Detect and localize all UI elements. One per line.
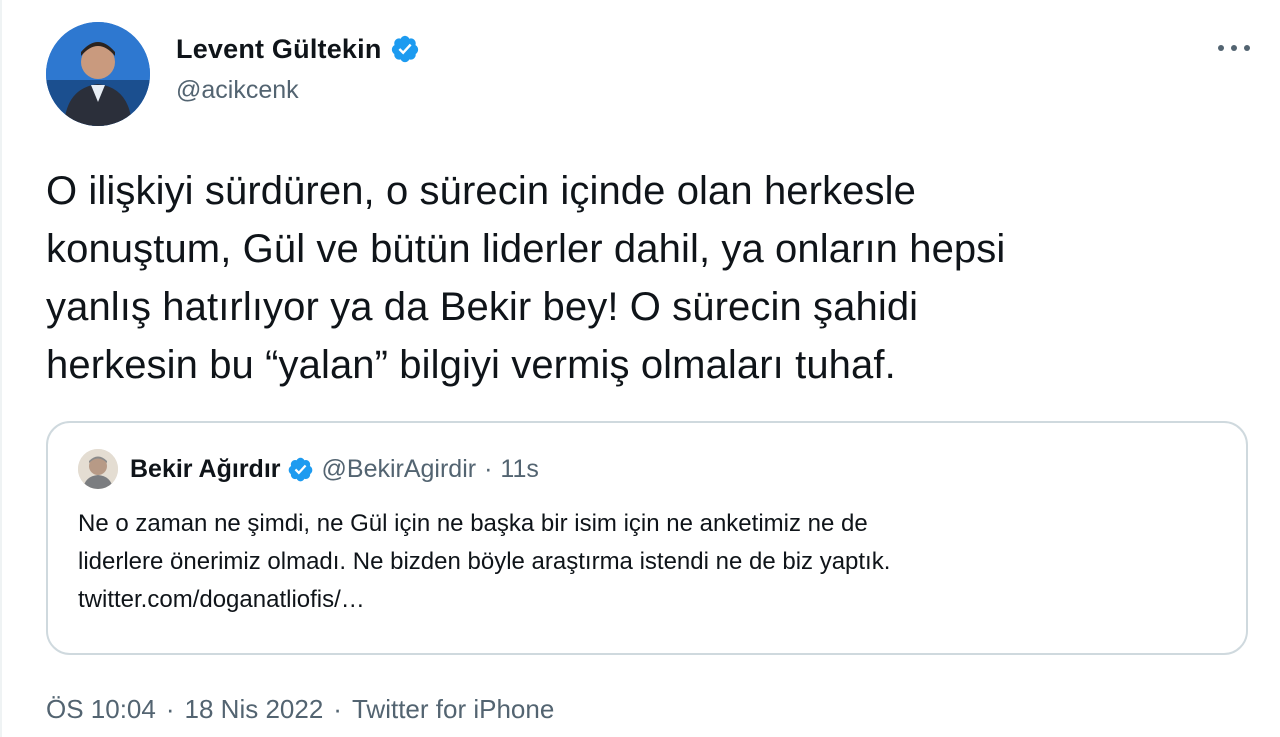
- tweet-source[interactable]: Twitter for iPhone: [352, 694, 554, 725]
- quoted-text-line: Ne o zaman ne şimdi, ne Gül için ne başk…: [78, 510, 868, 537]
- quoted-display-name: Bekir Ağırdır: [130, 454, 281, 483]
- tweet-date[interactable]: 18 Nis 2022: [185, 694, 324, 725]
- quoted-time: 11s: [500, 454, 539, 483]
- separator-dot: ·: [333, 694, 342, 724]
- separator-dot: ·: [484, 454, 493, 483]
- dot: [1231, 45, 1237, 51]
- tweet-text-line: yanlış hatırlıyor ya da Bekir bey! O sür…: [46, 285, 919, 329]
- author-display-name[interactable]: Levent Gültekin: [176, 34, 382, 65]
- author-name-row: Levent Gültekin: [176, 32, 420, 66]
- dot: [1244, 45, 1250, 51]
- dot: [1218, 45, 1224, 51]
- tweet-text: O ilişkiyi sürdüren, o sürecin içinde ol…: [46, 162, 1246, 394]
- tweet-text-line: O ilişkiyi sürdüren, o sürecin içinde ol…: [46, 169, 916, 213]
- quoted-author-avatar: [78, 449, 118, 489]
- verified-badge-icon: [391, 35, 418, 63]
- verified-badge-icon: [288, 457, 312, 481]
- quoted-tweet-header: Bekir Ağırdır @BekirAgirdir · 11s: [78, 449, 539, 489]
- tweet-meta: ÖS 10:04 · 18 Nis 2022 · Twitter for iPh…: [46, 694, 554, 725]
- quoted-tweet-text: Ne o zaman ne şimdi, ne Gül için ne başk…: [78, 505, 1218, 619]
- author-names: Levent Gültekin @acikcenk: [176, 32, 420, 105]
- user-photo-icon: [78, 449, 118, 489]
- tweet-header: Levent Gültekin @acikcenk: [46, 22, 1256, 126]
- tweet-text-line: konuştum, Gül ve bütün liderler dahil, y…: [46, 227, 1006, 271]
- tweet-text-line: herkesin bu “yalan” bilgiyi vermiş olmal…: [46, 343, 896, 387]
- tweet-time[interactable]: ÖS 10:04: [46, 694, 156, 725]
- quoted-tweet[interactable]: Bekir Ağırdır @BekirAgirdir · 11s Ne o z…: [46, 421, 1248, 655]
- author-avatar[interactable]: [46, 22, 150, 126]
- author-handle[interactable]: @acikcenk: [176, 76, 420, 105]
- quoted-handle: @BekirAgirdir: [321, 454, 477, 483]
- quoted-text-line: liderlere önerimiz olmadı. Ne bizden böy…: [78, 548, 891, 575]
- more-dots-icon[interactable]: [1212, 36, 1256, 60]
- user-photo-icon: [46, 22, 150, 126]
- quoted-link[interactable]: twitter.com/doganatliofis/…: [78, 581, 1218, 619]
- separator-dot: ·: [165, 694, 175, 724]
- tweet[interactable]: Levent Gültekin @acikcenk O ilişkiyi sür…: [0, 0, 1280, 737]
